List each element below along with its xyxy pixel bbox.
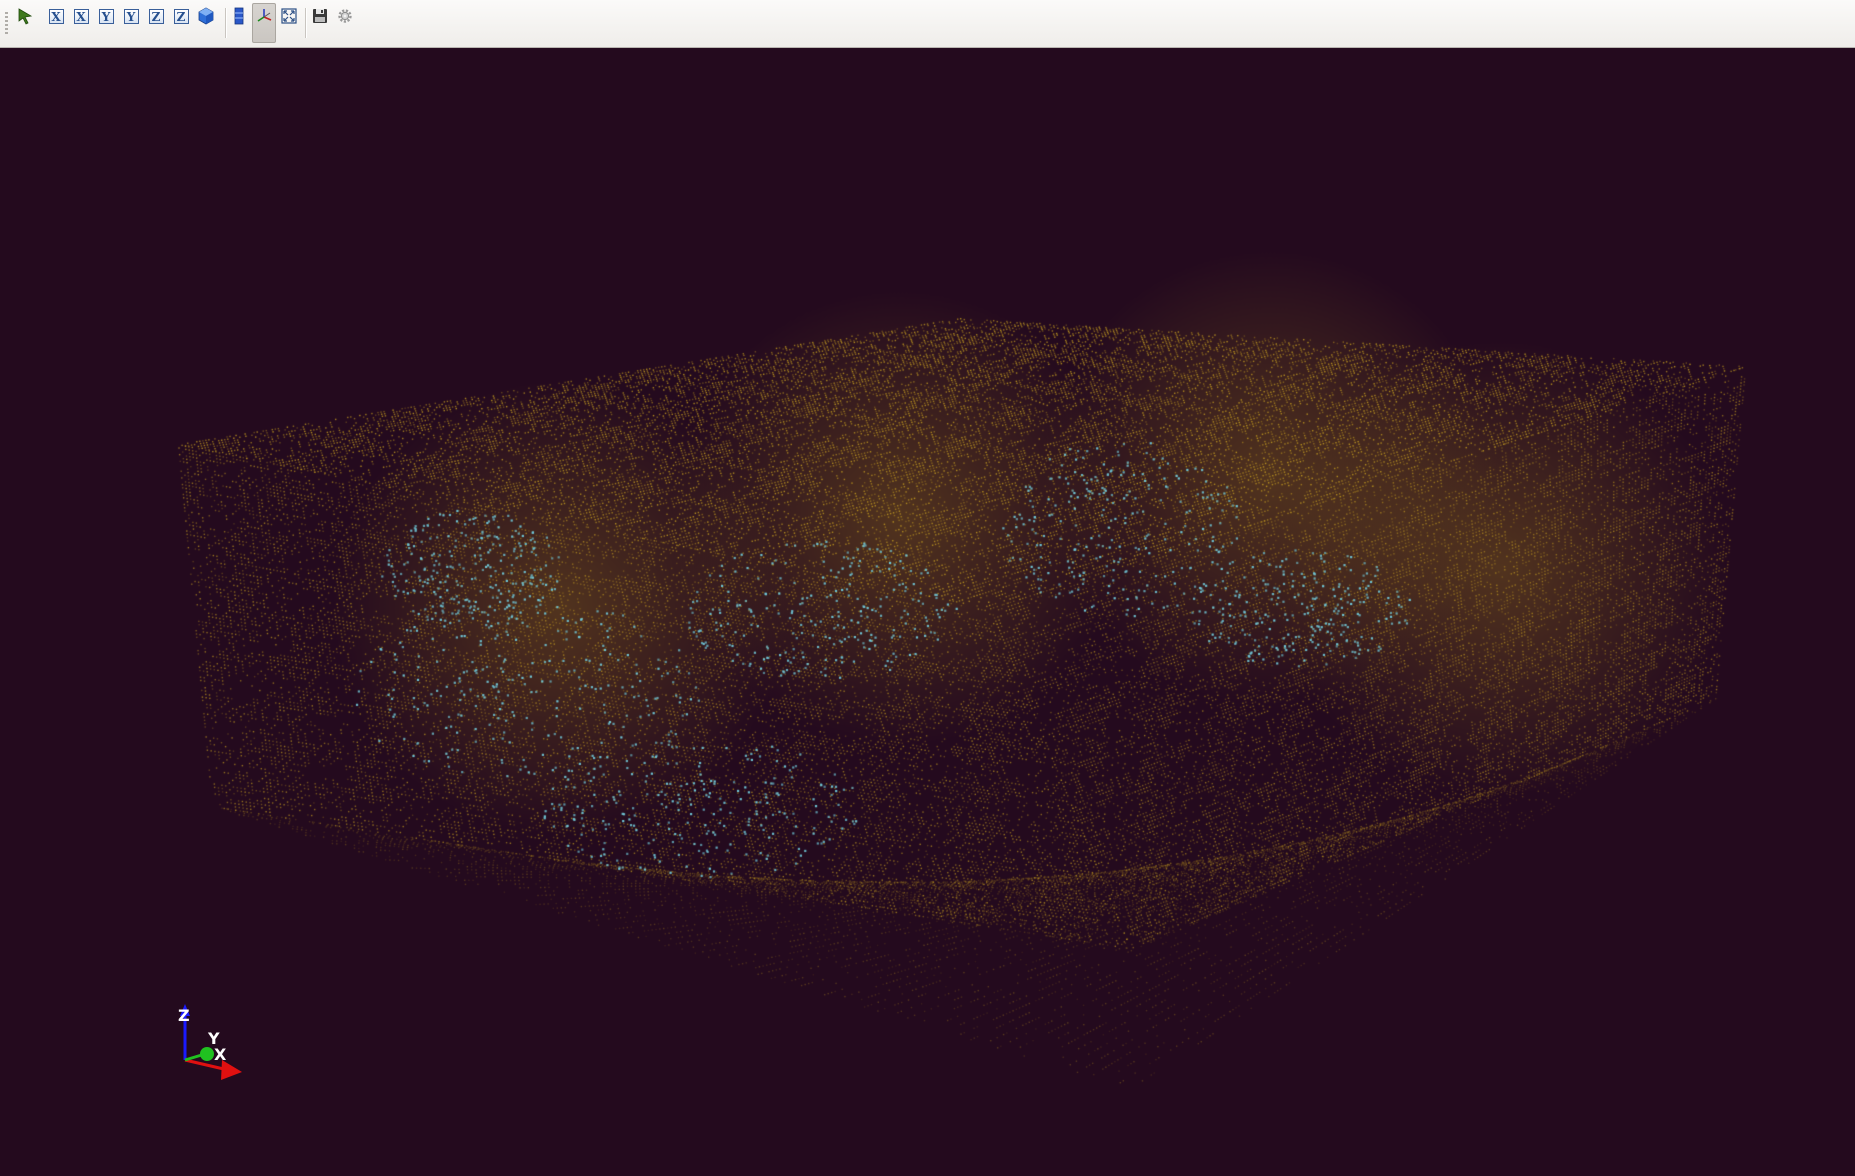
view-x-positive-label: X bbox=[48, 8, 64, 24]
select-tool-button[interactable] bbox=[13, 4, 37, 28]
isometric-view-icon bbox=[198, 7, 214, 25]
view-z-negative-label: Z bbox=[173, 8, 189, 24]
axes-triad: Z Y X bbox=[178, 1004, 242, 1080]
z-axis-label: Z bbox=[178, 1006, 190, 1025]
settings-gear-icon bbox=[338, 9, 352, 23]
view-x-negative-button[interactable]: X bbox=[69, 4, 93, 28]
view-z-negative-button[interactable]: Z bbox=[169, 4, 193, 28]
view-z-positive-button[interactable]: Z bbox=[144, 4, 168, 28]
isometric-view-button[interactable] bbox=[194, 4, 218, 28]
view-y-positive-button[interactable]: Y bbox=[94, 4, 118, 28]
fit-view-button[interactable] bbox=[277, 4, 301, 28]
toolbar-grip[interactable] bbox=[5, 12, 8, 34]
x-axis-label: X bbox=[214, 1045, 227, 1064]
save-button[interactable] bbox=[308, 4, 332, 28]
view-z-positive-label: Z bbox=[148, 8, 164, 24]
fit-view-icon bbox=[281, 8, 297, 24]
view-x-positive-button[interactable]: X bbox=[44, 4, 68, 28]
view-y-negative-button[interactable]: Y bbox=[119, 4, 143, 28]
save-icon bbox=[313, 9, 327, 23]
select-tool-icon bbox=[18, 8, 33, 25]
toolbar-separator bbox=[305, 8, 307, 38]
axes-toggle-button[interactable] bbox=[252, 3, 276, 43]
view-y-negative-label: Y bbox=[123, 8, 139, 24]
settings-button[interactable] bbox=[333, 4, 357, 28]
color-bar-icon bbox=[234, 7, 244, 25]
view-x-negative-label: X bbox=[73, 8, 89, 24]
view-y-positive-label: Y bbox=[98, 8, 114, 24]
3d-viewport[interactable]: Z Y X bbox=[0, 48, 1855, 1176]
y-axis-marker bbox=[200, 1047, 214, 1061]
color-bar-button[interactable] bbox=[227, 4, 251, 28]
axes-toggle-icon bbox=[257, 9, 272, 22]
toolbar: X X Y Y Z Z bbox=[0, 0, 1855, 48]
